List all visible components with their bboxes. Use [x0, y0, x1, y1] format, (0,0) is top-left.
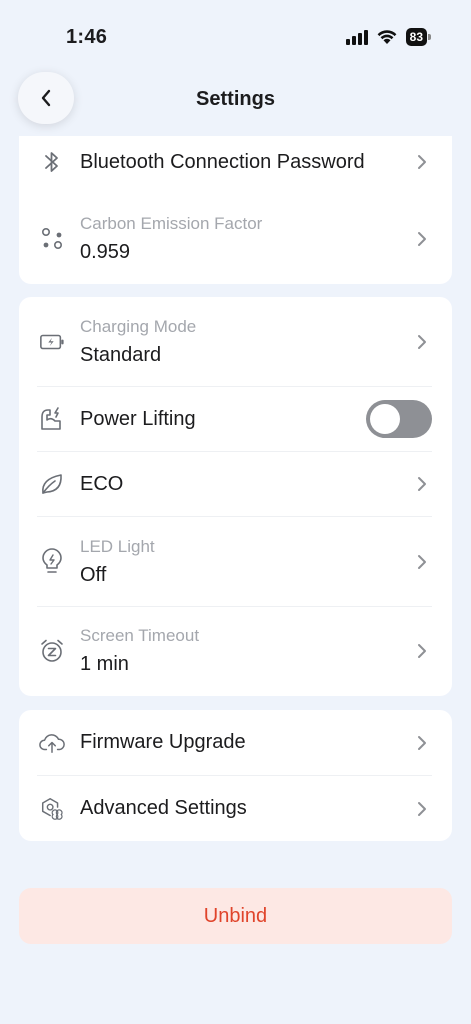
chevron-right-icon — [418, 644, 426, 658]
battery-charging-icon — [39, 329, 65, 355]
status-time: 1:46 — [66, 26, 108, 48]
advanced-settings-row[interactable]: Advanced Settings — [19, 776, 452, 841]
power-lifting-icon — [39, 406, 65, 432]
nodes-icon — [39, 226, 65, 252]
divider — [37, 516, 432, 517]
chevron-right-icon — [418, 155, 426, 169]
divider — [37, 606, 432, 607]
screen-timeout-row[interactable]: Screen Timeout 1 min — [19, 616, 452, 686]
page-title: Settings — [196, 88, 275, 110]
status-icons: 83 — [345, 28, 431, 46]
toggle-knob — [370, 404, 400, 434]
signal-icon — [345, 29, 368, 45]
led-light-value: Off — [80, 564, 107, 586]
cloud-upload-icon — [39, 730, 65, 756]
charging-mode-label: Charging Mode — [80, 317, 197, 336]
bluetooth-icon — [39, 149, 65, 175]
chevron-right-icon — [418, 335, 426, 349]
status-bar: 1:46 83 — [0, 0, 471, 70]
led-light-row[interactable]: LED Light Off — [19, 527, 452, 597]
settings-card-device: Bluetooth Connection Password Carbon Emi… — [19, 136, 452, 284]
lightbulb-icon — [39, 548, 65, 575]
leaf-icon — [39, 471, 65, 497]
eco-row[interactable]: ECO — [19, 452, 452, 516]
battery-icon: 83 — [405, 28, 431, 46]
carbon-emission-label: Carbon Emission Factor — [80, 214, 263, 233]
power-lifting-toggle[interactable] — [366, 400, 432, 438]
chevron-right-icon — [418, 735, 426, 750]
bluetooth-password-row[interactable]: Bluetooth Connection Password — [19, 136, 452, 188]
charging-mode-row[interactable]: Charging Mode Standard — [19, 307, 452, 377]
led-light-label: LED Light — [80, 537, 155, 556]
screen-timeout-value: 1 min — [80, 653, 129, 675]
chevron-right-icon — [418, 555, 426, 569]
chevron-right-icon — [418, 232, 426, 246]
eco-label: ECO — [80, 472, 124, 495]
chevron-right-icon — [418, 477, 426, 491]
alarm-clock-icon — [39, 638, 65, 664]
unbind-button[interactable]: Unbind — [19, 888, 452, 944]
advanced-settings-label: Advanced Settings — [80, 797, 247, 819]
bluetooth-password-label: Bluetooth Connection Password — [80, 150, 365, 173]
chevron-right-icon — [418, 801, 426, 816]
settings-card-system: Firmware Upgrade Advanced Settings — [19, 710, 452, 841]
firmware-upgrade-label: Firmware Upgrade — [80, 731, 246, 753]
charging-mode-value: Standard — [80, 344, 162, 366]
carbon-emission-row[interactable]: Carbon Emission Factor 0.959 — [19, 204, 452, 274]
battery-level: 83 — [405, 28, 427, 46]
screen-timeout-label: Screen Timeout — [80, 626, 200, 645]
firmware-upgrade-row[interactable]: Firmware Upgrade — [19, 710, 452, 775]
carbon-emission-value: 0.959 — [80, 241, 131, 263]
power-lifting-label: Power Lifting — [80, 407, 196, 430]
advanced-settings-icon — [39, 796, 65, 822]
wifi-icon — [377, 30, 397, 44]
power-lifting-row: Power Lifting — [19, 387, 452, 451]
settings-card-power: Charging Mode Standard Power Lifting ECO… — [19, 297, 452, 696]
